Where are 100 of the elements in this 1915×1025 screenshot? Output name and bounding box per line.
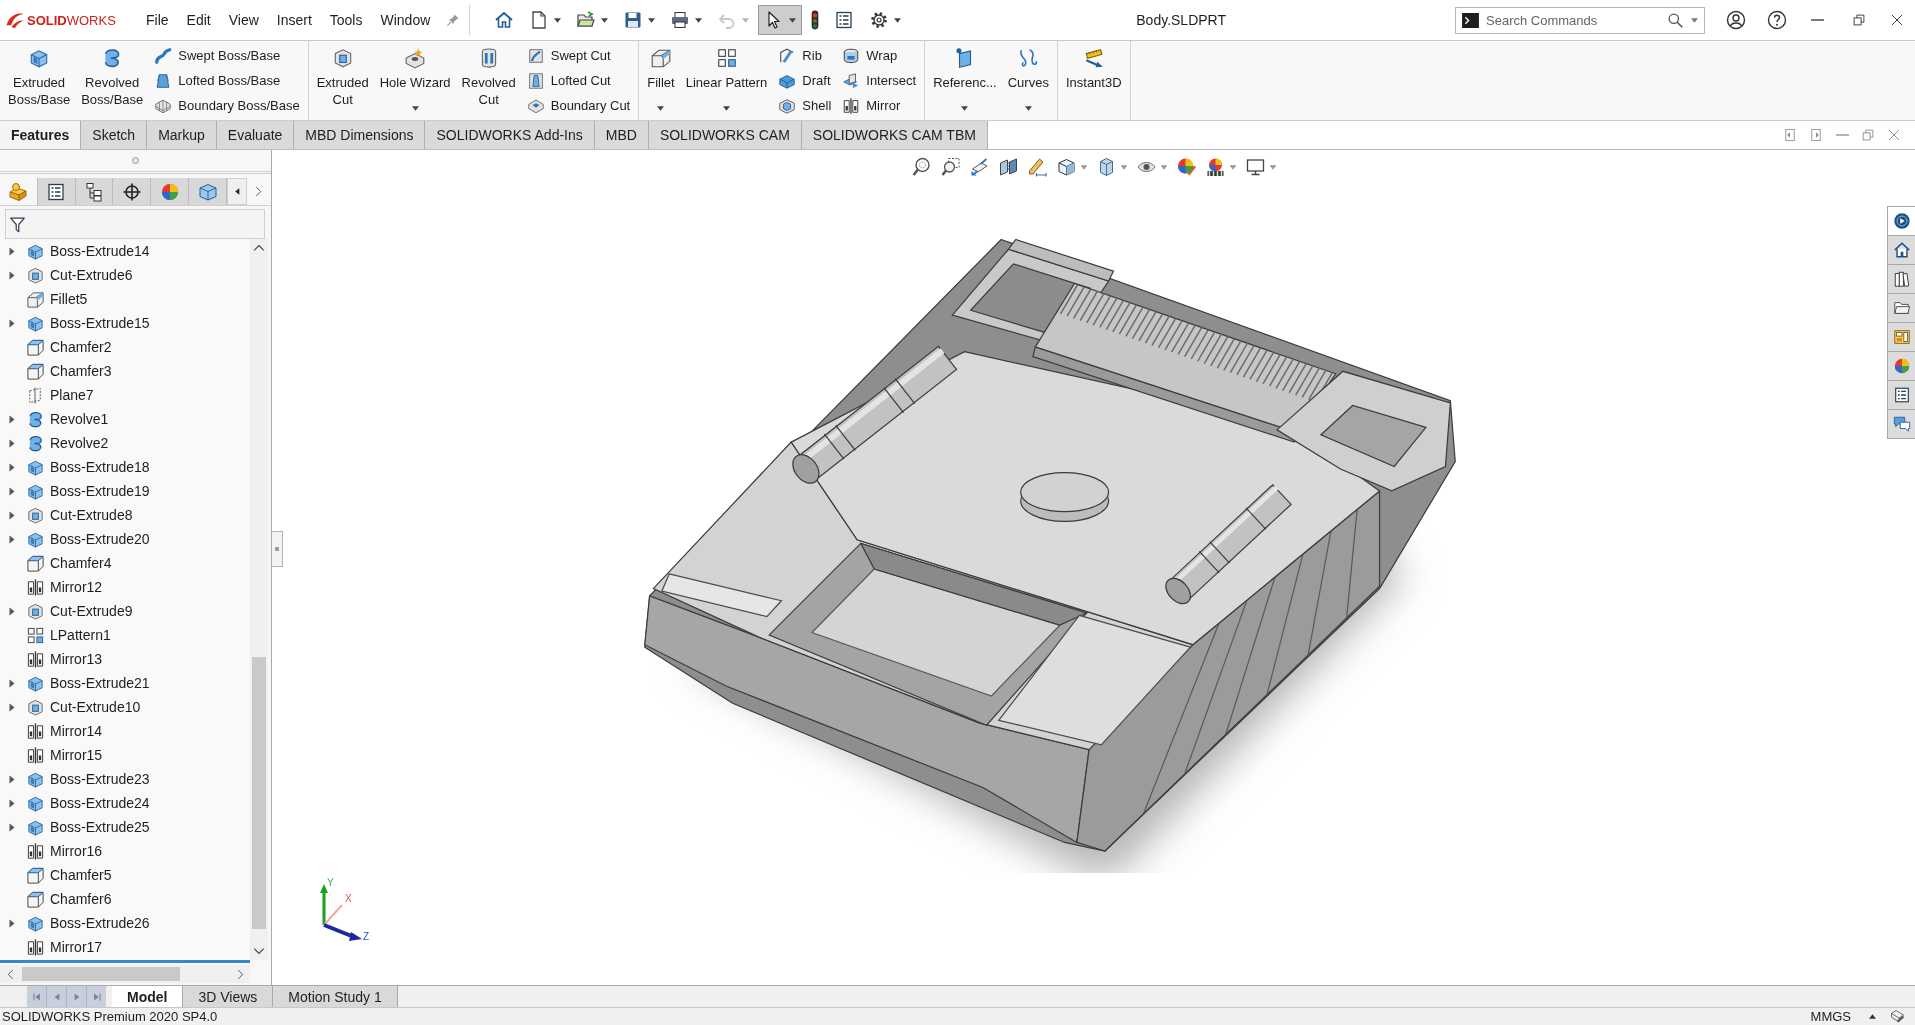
feature-tree-item[interactable]: Boss-Extrude24 [50, 795, 150, 811]
ribbon-button[interactable]: Revolved Cut [457, 41, 520, 120]
expand-arrow-icon[interactable] [8, 414, 15, 424]
feature-tree-item[interactable]: Chamfer6 [50, 891, 112, 907]
ribbon-button[interactable]: Swept Boss/Base [150, 43, 304, 68]
vertical-scrollbar[interactable] [250, 239, 268, 960]
expand-arrow-icon[interactable] [8, 774, 15, 784]
task-pane-tab[interactable] [1887, 351, 1915, 381]
command-tab[interactable]: SOLIDWORKS Add-Ins [425, 121, 595, 149]
menu-item[interactable]: File [137, 6, 178, 34]
ribbon-button[interactable]: Lofted Boss/Base [150, 68, 304, 93]
expand-arrow-icon[interactable] [8, 822, 15, 832]
feature-tree-item[interactable]: Boss-Extrude14 [50, 243, 150, 259]
ribbon-dropdown-button[interactable]: Linear Pattern [681, 41, 772, 120]
feature-tree-item[interactable]: Cut-Extrude10 [50, 699, 141, 715]
ribbon-button[interactable]: Boundary Cut [522, 93, 635, 118]
task-pane-tab[interactable] [1887, 235, 1915, 265]
ribbon-button[interactable]: Draft [774, 68, 836, 93]
ribbon-button[interactable]: Rib [774, 43, 836, 68]
panel-tab[interactable] [113, 178, 152, 205]
feature-tree-item[interactable]: Boss-Extrude26 [50, 915, 150, 931]
feature-tree-item[interactable]: Mirror15 [50, 747, 103, 763]
ribbon-button[interactable]: Wrap [838, 43, 921, 68]
model-view-tab[interactable]: Motion Study 1 [273, 986, 398, 1007]
command-tab[interactable]: MBD [594, 121, 649, 149]
expand-arrow-icon[interactable] [8, 702, 15, 712]
ribbon-button[interactable]: Swept Cut [522, 43, 635, 68]
feature-tree-item[interactable]: Cut-Extrude8 [50, 507, 133, 523]
feature-tree-item[interactable]: Cut-Extrude9 [50, 603, 133, 619]
feature-tree-item[interactable]: Boss-Extrude18 [50, 459, 150, 475]
command-tab[interactable]: SOLIDWORKS CAM [648, 121, 802, 149]
task-pane-tab[interactable] [1887, 264, 1915, 294]
task-pane-tab[interactable] [1887, 293, 1915, 323]
ribbon-dropdown-button[interactable]: Fillet [643, 41, 679, 120]
ribbon-button[interactable]: Mirror [838, 93, 921, 118]
ribbon-dropdown-button[interactable]: Hole Wizard [375, 41, 455, 120]
expand-arrow-icon[interactable] [8, 606, 15, 616]
command-tab[interactable]: MBD Dimensions [294, 121, 426, 149]
task-pane-tab[interactable] [1887, 409, 1915, 439]
scrollbar-thumb[interactable] [252, 657, 266, 929]
splitter-grip-handle[interactable] [132, 157, 139, 164]
expand-arrow-icon[interactable] [8, 918, 15, 928]
ribbon-button[interactable]: Boundary Boss/Base [150, 93, 304, 118]
feature-tree-item[interactable]: Chamfer3 [50, 363, 112, 379]
horizontal-scrollbar[interactable] [0, 965, 250, 983]
ribbon-button[interactable]: Extruded Cut [312, 41, 373, 120]
model-view-tab[interactable]: Model [112, 986, 184, 1007]
panel-collapse-handle[interactable] [272, 531, 283, 567]
menu-item[interactable]: View [219, 6, 268, 34]
feature-tree-item[interactable]: Mirror17 [50, 939, 103, 955]
command-tab[interactable]: SOLIDWORKS CAM TBM [801, 121, 988, 149]
expand-arrow-icon[interactable] [8, 462, 15, 472]
tab-scroll-left-button[interactable] [227, 178, 247, 205]
ribbon-button[interactable]: Instant3D [1061, 41, 1126, 120]
expand-arrow-icon[interactable] [8, 438, 15, 448]
feature-tree-item[interactable]: Boss-Extrude20 [50, 531, 150, 547]
feature-tree-item[interactable]: Boss-Extrude25 [50, 819, 150, 835]
expand-arrow-icon[interactable] [8, 510, 15, 520]
scrollbar-thumb[interactable] [22, 967, 180, 981]
ribbon-dropdown-button[interactable]: Curves [1003, 41, 1053, 120]
menu-item[interactable]: Window [371, 6, 440, 34]
unit-system-button[interactable]: MMGS [1806, 1008, 1855, 1025]
feature-tree-item[interactable]: Revolve1 [50, 411, 109, 427]
task-pane-tab[interactable] [1887, 206, 1915, 236]
feature-tree-item[interactable]: Mirror14 [50, 723, 103, 739]
expand-arrow-icon[interactable] [8, 534, 15, 544]
feature-tree-item[interactable]: Boss-Extrude15 [50, 315, 150, 331]
feature-tree-item[interactable]: Plane7 [50, 387, 94, 403]
expand-arrow-icon[interactable] [8, 678, 15, 688]
feature-tree-item[interactable]: Chamfer4 [50, 555, 112, 571]
task-pane-tab[interactable] [1887, 380, 1915, 410]
ribbon-button[interactable]: Intersect [838, 68, 921, 93]
command-tab[interactable]: Evaluate [216, 121, 295, 149]
search-bar[interactable]: Search Commands [1455, 6, 1705, 34]
task-pane-tab[interactable] [1887, 322, 1915, 352]
menu-item[interactable]: Edit [177, 6, 220, 34]
feature-tree-item[interactable]: Boss-Extrude23 [50, 771, 150, 787]
feature-tree-item[interactable]: Cut-Extrude6 [50, 267, 133, 283]
ribbon-dropdown-button[interactable]: Referenc... [929, 41, 1001, 120]
expand-arrow-icon[interactable] [8, 798, 15, 808]
feature-tree-item[interactable]: Mirror12 [50, 579, 103, 595]
feature-tree-item[interactable]: Fillet5 [50, 291, 88, 307]
expand-arrow-icon[interactable] [8, 486, 15, 496]
menu-item[interactable]: Insert [267, 6, 321, 34]
filter-field[interactable] [5, 209, 265, 239]
expand-arrow-icon[interactable] [8, 318, 15, 328]
ribbon-button[interactable]: Lofted Cut [522, 68, 635, 93]
feature-tree-item[interactable]: Boss-Extrude19 [50, 483, 150, 499]
model-view-tab[interactable]: 3D Views [183, 986, 274, 1007]
menu-item[interactable]: Tools [320, 6, 372, 34]
select-button[interactable] [758, 5, 803, 35]
feature-tree-item[interactable]: Revolve2 [50, 435, 109, 451]
ribbon-button[interactable]: Extruded Boss/Base [4, 41, 75, 120]
command-tab[interactable]: Sketch [81, 121, 148, 149]
expand-arrow-icon[interactable] [8, 270, 15, 280]
expand-arrow-icon[interactable] [8, 246, 15, 256]
panel-tab[interactable] [75, 178, 114, 205]
command-tab[interactable]: Features [0, 121, 82, 149]
feature-tree-item[interactable]: Mirror13 [50, 651, 103, 667]
search-field[interactable]: Search Commands [1486, 10, 1660, 30]
